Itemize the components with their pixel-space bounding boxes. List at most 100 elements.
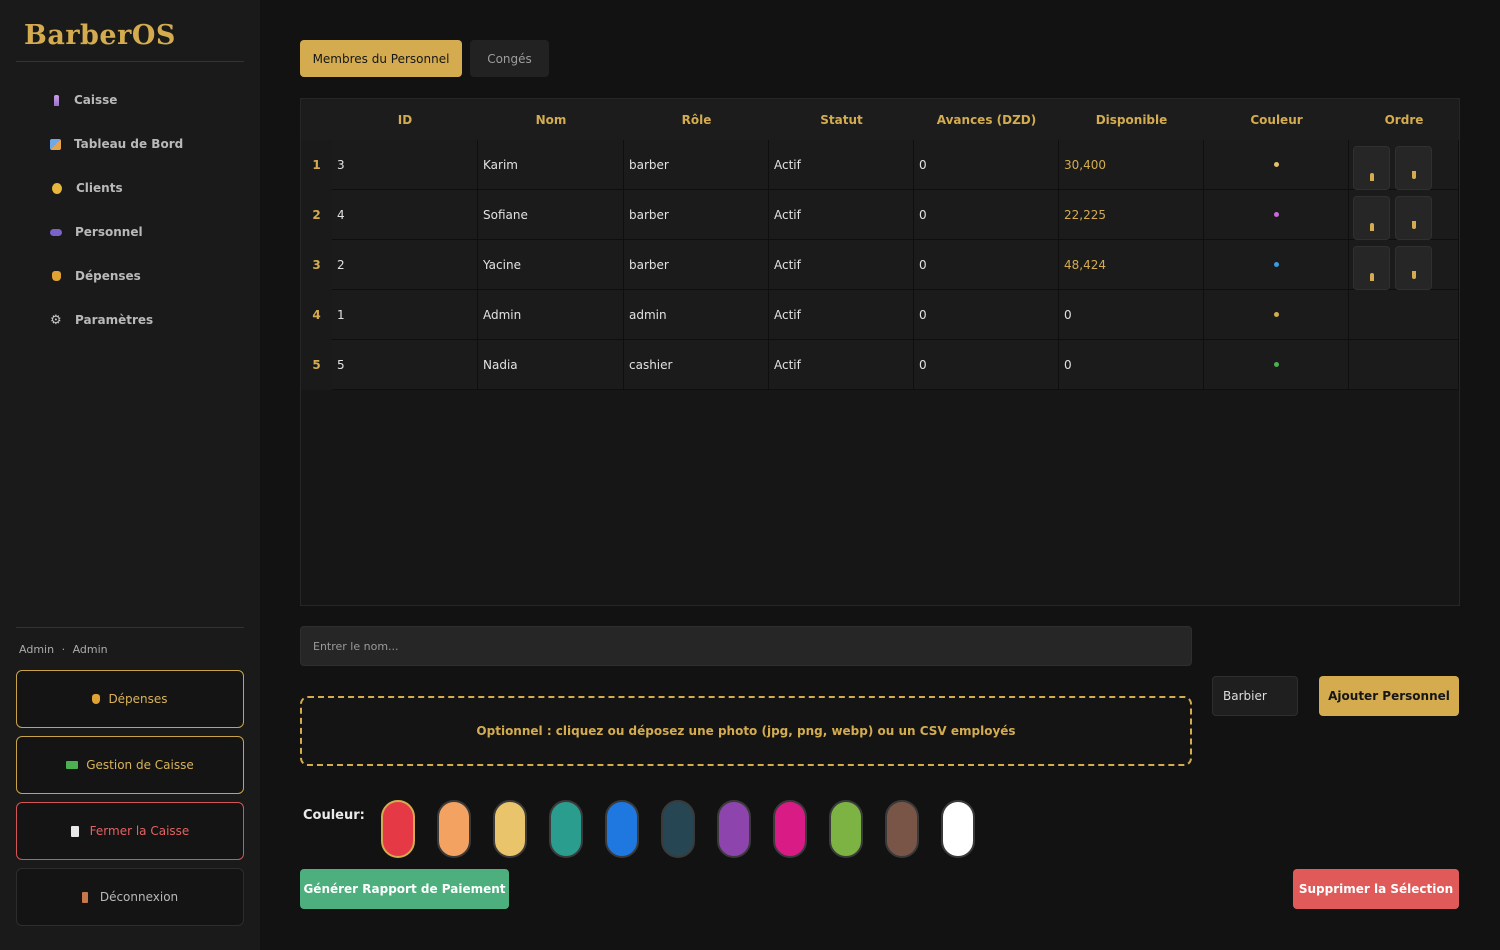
cell-role[interactable]: barber [624,240,769,290]
sidebar-item-clients[interactable]: Clients [50,166,240,210]
cell-nom[interactable]: Admin [478,290,624,340]
cell-couleur[interactable] [1204,190,1349,240]
color-swatch[interactable] [493,800,527,858]
move-down-button[interactable] [1395,196,1432,240]
arrow-up-icon [1370,223,1374,231]
column-header-avances[interactable]: Avances (DZD) [914,99,1059,141]
color-dot [1273,162,1279,167]
sidebar-item-tableau-de-bord[interactable]: Tableau de Bord [50,122,240,166]
cell-disponible[interactable]: 48,424 [1059,240,1204,290]
file-dropzone[interactable]: Optionnel : cliquez ou déposez une photo… [300,696,1192,766]
generate-report-button[interactable]: Générer Rapport de Paiement [300,869,509,909]
color-swatch[interactable] [885,800,919,858]
cell-disponible[interactable]: 0 [1059,290,1204,340]
color-swatch[interactable] [661,800,695,858]
cell-nom[interactable]: Sofiane [478,190,624,240]
move-up-button[interactable] [1353,246,1390,290]
cell-statut[interactable]: Actif [769,290,914,340]
cell-id[interactable]: 3 [332,140,478,190]
sidebar-divider [16,627,244,628]
sidebar-item-label: Paramètres [75,313,154,327]
cell-couleur[interactable] [1204,290,1349,340]
cell-statut[interactable]: Actif [769,340,914,390]
table-row[interactable]: 3 2 Yacine barber Actif 0 48,424 [301,240,1459,290]
role-select[interactable]: Barbier [1212,676,1298,716]
cell-ordre [1349,140,1459,190]
sidebar-item-personnel[interactable]: Personnel [50,210,240,254]
cell-statut[interactable]: Actif [769,240,914,290]
cell-couleur[interactable] [1204,340,1349,390]
column-header-couleur[interactable]: Couleur [1204,99,1349,141]
column-header-disponible[interactable]: Disponible [1059,99,1204,141]
tab-membres-du-personnel[interactable]: Membres du Personnel [300,40,462,77]
table-row[interactable]: 1 3 Karim barber Actif 0 30,400 [301,140,1459,190]
cell-nom[interactable]: Yacine [478,240,624,290]
color-swatch[interactable] [549,800,583,858]
gestion-caisse-button[interactable]: Gestion de Caisse [16,736,244,794]
cell-id[interactable]: 2 [332,240,478,290]
cell-statut[interactable]: Actif [769,190,914,240]
tab-conges[interactable]: Congés [470,40,549,77]
add-staff-button[interactable]: Ajouter Personnel [1319,676,1459,716]
cell-couleur[interactable] [1204,240,1349,290]
sidebar-item-caisse[interactable]: Caisse [50,78,240,122]
table-row[interactable]: 5 5 Nadia cashier Actif 0 0 [301,340,1459,390]
cell-couleur[interactable] [1204,140,1349,190]
cell-id[interactable]: 4 [332,190,478,240]
cell-avances[interactable]: 0 [914,190,1059,240]
table-row[interactable]: 4 1 Admin admin Actif 0 0 [301,290,1459,340]
cell-avances[interactable]: 0 [914,340,1059,390]
depenses-button[interactable]: Dépenses [16,670,244,728]
move-down-button[interactable] [1395,246,1432,290]
column-header-role[interactable]: Rôle [624,99,769,141]
cell-id[interactable]: 1 [332,290,478,340]
column-header-nom[interactable]: Nom [478,99,624,141]
cell-statut[interactable]: Actif [769,140,914,190]
column-header-id[interactable]: ID [332,99,478,141]
fermer-caisse-button[interactable]: Fermer la Caisse [16,802,244,860]
pin-icon [54,94,59,106]
color-swatch[interactable] [717,800,751,858]
cell-role[interactable]: barber [624,190,769,240]
color-swatch[interactable] [437,800,471,858]
column-header-ordre[interactable]: Ordre [1349,99,1459,141]
cell-nom[interactable]: Nadia [478,340,624,390]
logout-button[interactable]: Déconnexion [16,868,244,926]
color-swatch[interactable] [829,800,863,858]
color-swatch[interactable] [773,800,807,858]
row-index: 3 [301,240,332,290]
money-bag-icon [92,694,101,704]
table-row[interactable]: 2 4 Sofiane barber Actif 0 22,225 [301,190,1459,240]
clipboard-icon [70,825,79,837]
color-swatch[interactable] [941,800,975,858]
cell-role[interactable]: admin [624,290,769,340]
sidebar-item-depenses[interactable]: Dépenses [50,254,240,298]
move-down-button[interactable] [1395,146,1432,190]
cell-id[interactable]: 5 [332,340,478,390]
cell-nom[interactable]: Karim [478,140,624,190]
color-dot [1273,312,1279,317]
cell-avances[interactable]: 0 [914,290,1059,340]
cell-avances[interactable]: 0 [914,140,1059,190]
name-input[interactable] [300,626,1192,666]
cell-disponible[interactable]: 30,400 [1059,140,1204,190]
user-separator: · [61,643,66,656]
sidebar-item-parametres[interactable]: ⚙ Paramètres [50,298,240,342]
brand-logo: BarberOS [24,20,176,51]
column-header-statut[interactable]: Statut [769,99,914,141]
arrow-up-icon [1370,273,1374,281]
cell-role[interactable]: barber [624,140,769,190]
cell-disponible[interactable]: 22,225 [1059,190,1204,240]
move-up-button[interactable] [1353,196,1390,240]
arrow-down-icon [1412,171,1416,179]
cell-role[interactable]: cashier [624,340,769,390]
cell-avances[interactable]: 0 [914,240,1059,290]
color-label: Couleur: [303,808,365,823]
staff-table: ID Nom Rôle Statut Avances (DZD) Disponi… [300,98,1460,606]
move-up-button[interactable] [1353,146,1390,190]
sidebar: BarberOS Caisse Tableau de Bord Clients … [0,0,260,950]
color-swatch[interactable] [381,800,415,858]
delete-selection-button[interactable]: Supprimer la Sélection [1293,869,1459,909]
color-swatch[interactable] [605,800,639,858]
cell-disponible[interactable]: 0 [1059,340,1204,390]
